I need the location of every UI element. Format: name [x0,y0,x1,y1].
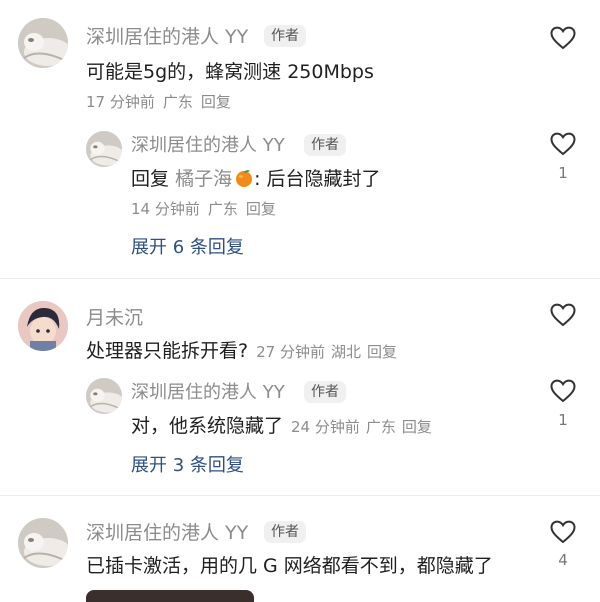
author-badge: 作者 [304,134,346,156]
avatar[interactable] [86,131,122,167]
author-badge: 作者 [264,25,306,47]
avatar[interactable] [18,301,68,351]
comment-location: 湖北 [330,343,361,361]
tangerine-emoji-icon [234,168,254,188]
like-heart-icon[interactable] [550,303,576,327]
comment-author[interactable]: 深圳居住的港人 YY [86,22,248,49]
reply-text[interactable]: 回复 橘子海 : 后台隐藏封了 [131,164,381,191]
comment-time: 17 分钟前 [86,93,155,111]
expand-replies-link[interactable]: 展开 3 条回复 [131,451,244,477]
reply-author[interactable]: 深圳居住的港人 YY [131,378,285,404]
like-heart-icon[interactable] [550,379,576,403]
comment-meta: 27 分钟前 湖北 回复 [256,343,403,361]
comment-text[interactable]: 可能是5g的，蜂窝测速 250Mbps [86,57,374,84]
divider [0,278,600,279]
reply-button[interactable]: 回复 [246,200,276,218]
comment-author[interactable]: 深圳居住的港人 YY [86,518,248,545]
like-count: 4 [558,551,568,569]
like-count: 1 [558,164,568,182]
comment-text[interactable]: 处理器只能拆开看? 27 分钟前 湖北 回复 [86,336,403,363]
reply-prefix: 回复 [131,168,170,190]
author-badge: 作者 [264,521,306,543]
like-heart-icon[interactable] [550,26,576,50]
attached-image-thumbnail[interactable] [86,590,254,602]
reply-location: 广东 [207,200,238,218]
reply-button[interactable]: 回复 [201,93,231,111]
reply-time: 24 分钟前 [291,418,360,436]
like-heart-icon[interactable] [550,520,576,544]
reply-author[interactable]: 深圳居住的港人 YY [131,131,285,157]
divider [0,495,600,496]
comment-location: 广东 [162,93,193,111]
reply-button[interactable]: 回复 [367,343,397,361]
comment-text[interactable]: 已插卡激活，用的几 G 网络都看不到，都隐藏了 [86,551,493,578]
reply-content: : 后台隐藏封了 [254,168,381,190]
comment-content: 处理器只能拆开看? [86,340,249,362]
reply-location: 广东 [365,418,396,436]
reply-meta: 24 分钟前 广东 回复 [291,418,438,436]
reply-meta: 14 分钟前 广东 回复 [131,198,284,219]
comment-meta: 17 分钟前 广东 回复 [86,91,239,112]
avatar[interactable] [18,518,68,568]
comment-author[interactable]: 月未沉 [86,303,143,330]
like-heart-icon[interactable] [550,132,576,156]
like-count: 1 [558,411,568,429]
comment-time: 27 分钟前 [256,343,325,361]
reply-time: 14 分钟前 [131,200,200,218]
author-badge: 作者 [304,381,346,403]
reply-to-user[interactable]: 橘子海 [175,168,232,190]
avatar[interactable] [86,378,122,414]
reply-content: 对，他系统隐藏了 [131,415,284,437]
reply-button[interactable]: 回复 [402,418,432,436]
avatar[interactable] [18,18,68,68]
expand-replies-link[interactable]: 展开 6 条回复 [131,233,244,259]
reply-text[interactable]: 对，他系统隐藏了 24 分钟前 广东 回复 [131,411,438,438]
